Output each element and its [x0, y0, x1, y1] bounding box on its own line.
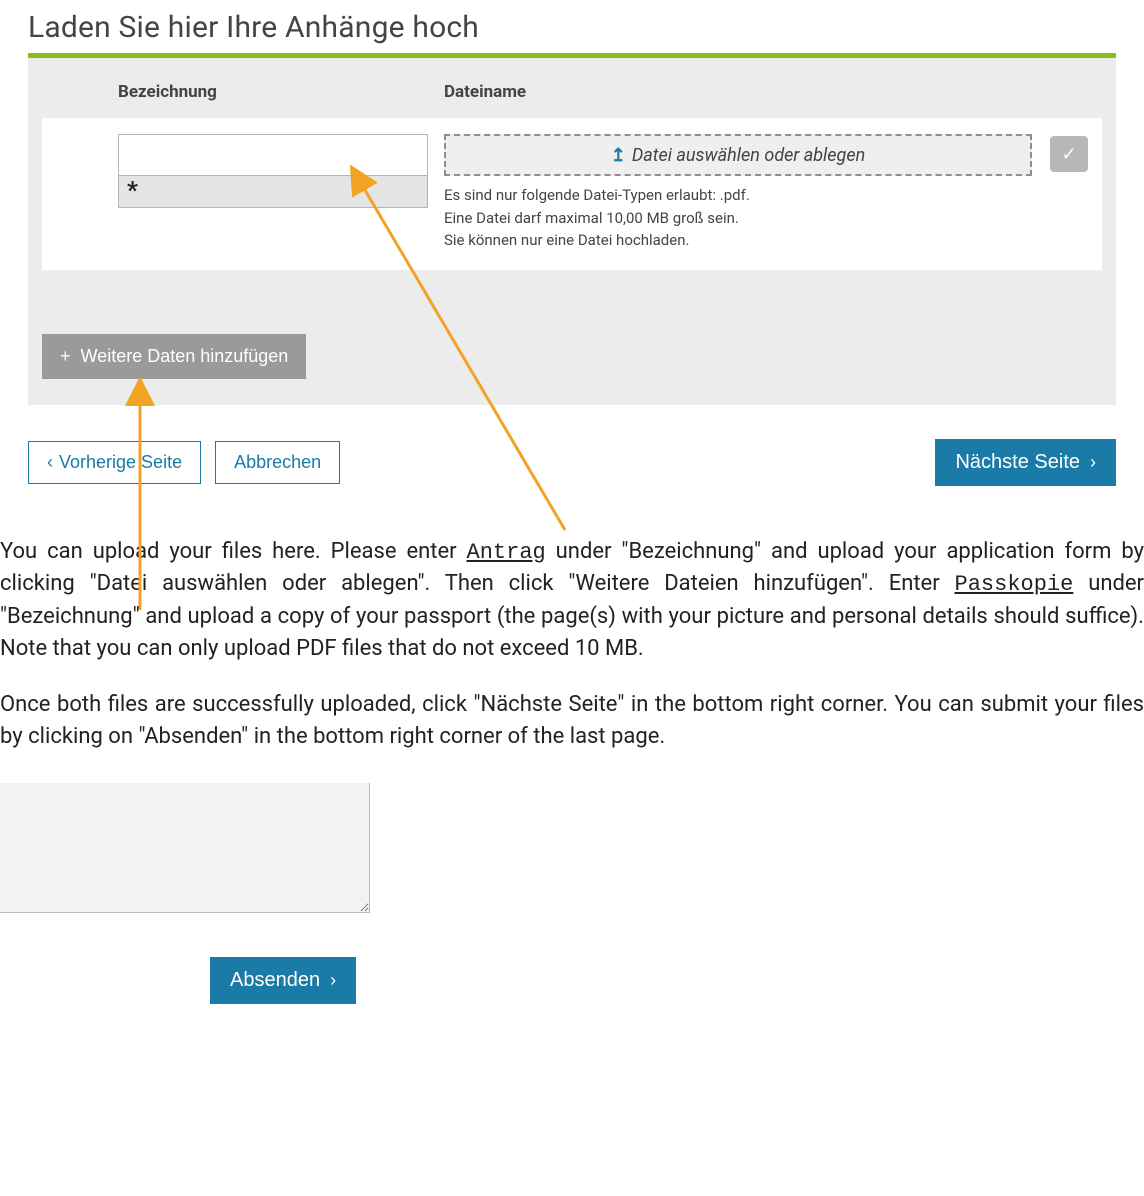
nav-row: ‹ Vorherige Seite Abbrechen Nächste Seit…	[28, 439, 1116, 486]
instr-mono-antrag: Antrag	[467, 540, 546, 565]
file-dropzone[interactable]: ↥ Datei auswählen oder ablegen	[444, 134, 1032, 176]
chevron-right-icon: ›	[330, 970, 336, 991]
next-page-label: Nächste Seite	[955, 451, 1080, 474]
hint-filetypes: Es sind nur folgende Datei-Typen erlaubt…	[444, 184, 1032, 207]
column-header-bezeichnung: Bezeichnung	[118, 82, 444, 102]
absenden-button[interactable]: Absenden ›	[210, 957, 356, 1004]
next-page-button[interactable]: Nächste Seite ›	[935, 439, 1116, 486]
prev-page-button[interactable]: ‹ Vorherige Seite	[28, 441, 201, 484]
page-title: Laden Sie hier Ihre Anhänge hoch	[0, 0, 1144, 53]
instructions: You can upload your files here. Please e…	[0, 486, 1144, 753]
instr-p1-a: You can upload your files here. Please e…	[0, 539, 467, 564]
dropzone-label: Datei auswählen oder ablegen	[632, 145, 865, 166]
cancel-label: Abbrechen	[234, 452, 321, 473]
checkmark-icon: ✓	[1061, 144, 1076, 165]
add-more-label: Weitere Daten hinzufügen	[81, 346, 289, 367]
cancel-button[interactable]: Abbrechen	[215, 441, 340, 484]
plus-icon: +	[60, 346, 71, 367]
prev-page-label: Vorherige Seite	[59, 452, 182, 473]
confirm-row-button[interactable]: ✓	[1050, 136, 1088, 172]
chevron-left-icon: ‹	[47, 452, 53, 473]
cropped-textarea[interactable]	[0, 783, 370, 913]
absenden-label: Absenden	[230, 969, 320, 992]
column-header-dateiname: Dateiname	[444, 82, 526, 102]
instr-p2: Once both files are successfully uploade…	[0, 689, 1144, 753]
required-asterisk: *	[118, 176, 428, 208]
hint-maxsize: Eine Datei darf maximal 10,00 MB groß se…	[444, 207, 1032, 230]
bezeichnung-input[interactable]	[118, 134, 428, 176]
upload-row: * ↥ Datei auswählen oder ablegen Es sind…	[42, 118, 1102, 270]
chevron-right-icon: ›	[1090, 452, 1096, 473]
upload-icon: ↥	[611, 145, 626, 166]
instr-mono-passkopie: Passkopie	[955, 572, 1074, 597]
hint-singlefile: Sie können nur eine Datei hochladen.	[444, 229, 1032, 252]
add-more-button[interactable]: + Weitere Daten hinzufügen	[42, 334, 306, 379]
upload-panel: Bezeichnung Dateiname * ↥ Datei auswähle…	[28, 58, 1116, 405]
